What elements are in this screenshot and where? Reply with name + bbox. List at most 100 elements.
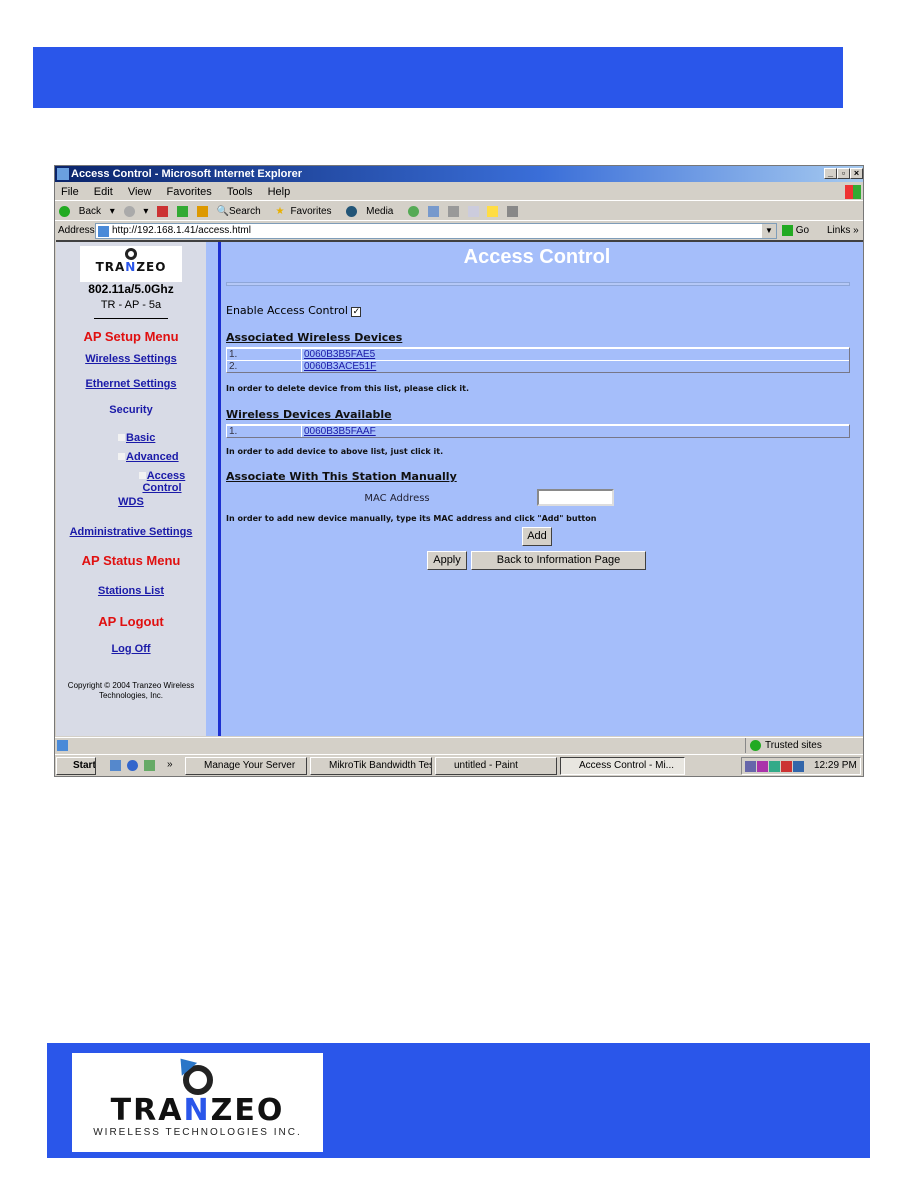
edit-icon[interactable] xyxy=(467,205,479,217)
page-content: TRANZEO 802.11a/5.0Ghz TR - AP - 5a AP S… xyxy=(56,240,863,736)
more-icon[interactable]: » xyxy=(167,755,173,775)
page-status-icon xyxy=(57,740,68,751)
address-bar: Address http://192.168.1.41/access.html … xyxy=(55,222,863,240)
security-heading: Security xyxy=(109,404,153,416)
address-input[interactable]: http://192.168.1.41/access.html ▼ xyxy=(95,223,777,239)
go-arrow-icon xyxy=(782,224,793,236)
menu-bar: File Edit View Favorites Tools Help xyxy=(55,183,863,201)
enable-access-control: Enable Access Control ✓ xyxy=(226,304,362,317)
refresh-icon[interactable] xyxy=(176,205,188,217)
sidebar-item-advanced[interactable]: Advanced xyxy=(118,451,179,463)
media-icon xyxy=(346,205,358,217)
logo-tagline: WIRELESS TECHNOLOGIES INC. xyxy=(93,1127,302,1138)
tray-icon[interactable] xyxy=(745,761,756,772)
history-icon[interactable] xyxy=(408,205,420,217)
available-table: 1. 0060B3B5FAAF xyxy=(226,424,850,438)
media-button[interactable]: Media xyxy=(346,205,399,217)
home-icon[interactable] xyxy=(196,205,208,217)
apply-button[interactable]: Apply xyxy=(427,551,467,570)
task-manage-your-server[interactable]: Manage Your Server xyxy=(185,757,307,775)
desktop-icon[interactable] xyxy=(110,760,121,771)
search-button[interactable]: 🔍Search xyxy=(217,206,267,217)
sidebar: TRANZEO 802.11a/5.0Ghz TR - AP - 5a AP S… xyxy=(56,242,206,736)
back-icon xyxy=(59,205,70,217)
manual-note: In order to add new device manually, typ… xyxy=(226,514,597,523)
go-button[interactable]: Go xyxy=(782,222,809,240)
mail-icon[interactable] xyxy=(427,205,439,217)
close-button[interactable]: × xyxy=(850,168,863,179)
enable-checkbox[interactable]: ✓ xyxy=(351,307,362,317)
associated-heading: Associated Wireless Devices xyxy=(226,331,403,344)
table-row: 2. 0060B3ACE51F xyxy=(227,360,849,372)
sidebar-divider xyxy=(218,242,221,736)
address-label: Address xyxy=(58,225,95,236)
address-dropdown-icon[interactable]: ▼ xyxy=(762,224,776,238)
windows-logo-icon xyxy=(845,185,861,199)
task-mikrotik[interactable]: MikroTik Bandwidth Test... xyxy=(310,757,432,775)
sidebar-item-log-off[interactable]: Log Off xyxy=(56,643,206,655)
print-icon[interactable] xyxy=(447,205,459,217)
device-link[interactable]: 0060B3B5FAE5 xyxy=(302,349,375,360)
trusted-check-icon xyxy=(750,740,761,751)
task-paint[interactable]: untitled - Paint xyxy=(435,757,557,775)
sidebar-item-wireless-settings[interactable]: Wireless Settings xyxy=(56,353,206,365)
stop-icon[interactable] xyxy=(157,205,169,217)
menu-help[interactable]: Help xyxy=(268,186,291,198)
sidebar-item-wds[interactable]: WDS xyxy=(56,496,206,508)
tray-icon[interactable] xyxy=(757,761,768,772)
sidebar-item-access-control[interactable]: Access Control xyxy=(118,470,206,494)
menu-view[interactable]: View xyxy=(128,186,152,198)
mac-address-label: MAC Address xyxy=(364,493,430,504)
menu-tools[interactable]: Tools xyxy=(227,186,253,198)
tranzeo-logo: TRANZEO xyxy=(80,246,182,282)
media-quicklaunch-icon[interactable] xyxy=(144,760,155,771)
start-button[interactable]: Start xyxy=(56,757,96,775)
tray-icon[interactable] xyxy=(781,761,792,772)
model-text: 802.11a/5.0Ghz xyxy=(88,282,174,296)
taskbar: Start » Manage Your Server MikroTik Band… xyxy=(55,754,863,776)
menu-favorites[interactable]: Favorites xyxy=(167,186,212,198)
tray-icon[interactable] xyxy=(793,761,804,772)
task-access-control[interactable]: Access Control - Mi... xyxy=(560,757,685,775)
minimize-button[interactable]: _ xyxy=(824,168,837,179)
menu-file[interactable]: File xyxy=(61,186,79,198)
sidebar-item-ethernet-settings[interactable]: Ethernet Settings xyxy=(56,378,206,390)
clock: 12:29 PM xyxy=(814,760,857,771)
menu-edit[interactable]: Edit xyxy=(94,186,113,198)
forward-button[interactable]: ▾ xyxy=(123,205,148,217)
back-to-information-button[interactable]: Back to Information Page xyxy=(471,551,646,570)
restore-button[interactable]: ▫ xyxy=(837,168,850,179)
toolbar: Back ▾ ▾ 🔍Search ★ Favorites Media xyxy=(55,202,863,221)
associated-table: 1. 0060B3B5FAE5 2. 0060B3ACE51F xyxy=(226,347,850,373)
add-button[interactable]: Add xyxy=(522,527,552,546)
top-banner xyxy=(33,47,843,108)
star-icon: ★ xyxy=(275,206,285,217)
discuss-icon[interactable] xyxy=(487,205,499,217)
status-menu-heading: AP Status Menu xyxy=(81,553,181,568)
table-row: 1. 0060B3B5FAAF xyxy=(227,425,849,437)
sidebar-item-administrative-settings[interactable]: Administrative Settings xyxy=(56,526,206,538)
favorites-button[interactable]: ★ Favorites xyxy=(275,206,337,217)
main-panel: Access Control Enable Access Control ✓ A… xyxy=(222,242,862,736)
sidebar-item-basic[interactable]: Basic xyxy=(118,432,155,444)
system-tray: 12:29 PM xyxy=(741,757,861,775)
copyright: Copyright © 2004 Tranzeo Wireless Techno… xyxy=(67,681,195,700)
model-code: TR - AP - 5a xyxy=(100,299,162,311)
available-heading: Wireless Devices Available xyxy=(226,408,392,421)
device-link[interactable]: 0060B3ACE51F xyxy=(302,361,376,372)
title-rule xyxy=(226,282,850,286)
ie-quicklaunch-icon[interactable] xyxy=(127,760,138,771)
device-link[interactable]: 0060B3B5FAAF xyxy=(302,426,376,437)
messenger-icon[interactable] xyxy=(507,205,519,217)
browser-window: Access Control - Microsoft Internet Expl… xyxy=(54,165,864,777)
logo-swirl-icon xyxy=(172,1052,213,1095)
links-button[interactable]: Links » xyxy=(827,222,859,240)
divider xyxy=(94,318,168,319)
mac-address-input[interactable] xyxy=(537,489,614,506)
tray-icon[interactable] xyxy=(769,761,780,772)
back-button[interactable]: Back ▾ xyxy=(59,205,115,217)
forward-icon xyxy=(123,205,135,217)
sidebar-item-stations-list[interactable]: Stations List xyxy=(56,585,206,597)
page-icon xyxy=(98,226,109,237)
associated-note: In order to delete device from this list… xyxy=(226,384,469,393)
